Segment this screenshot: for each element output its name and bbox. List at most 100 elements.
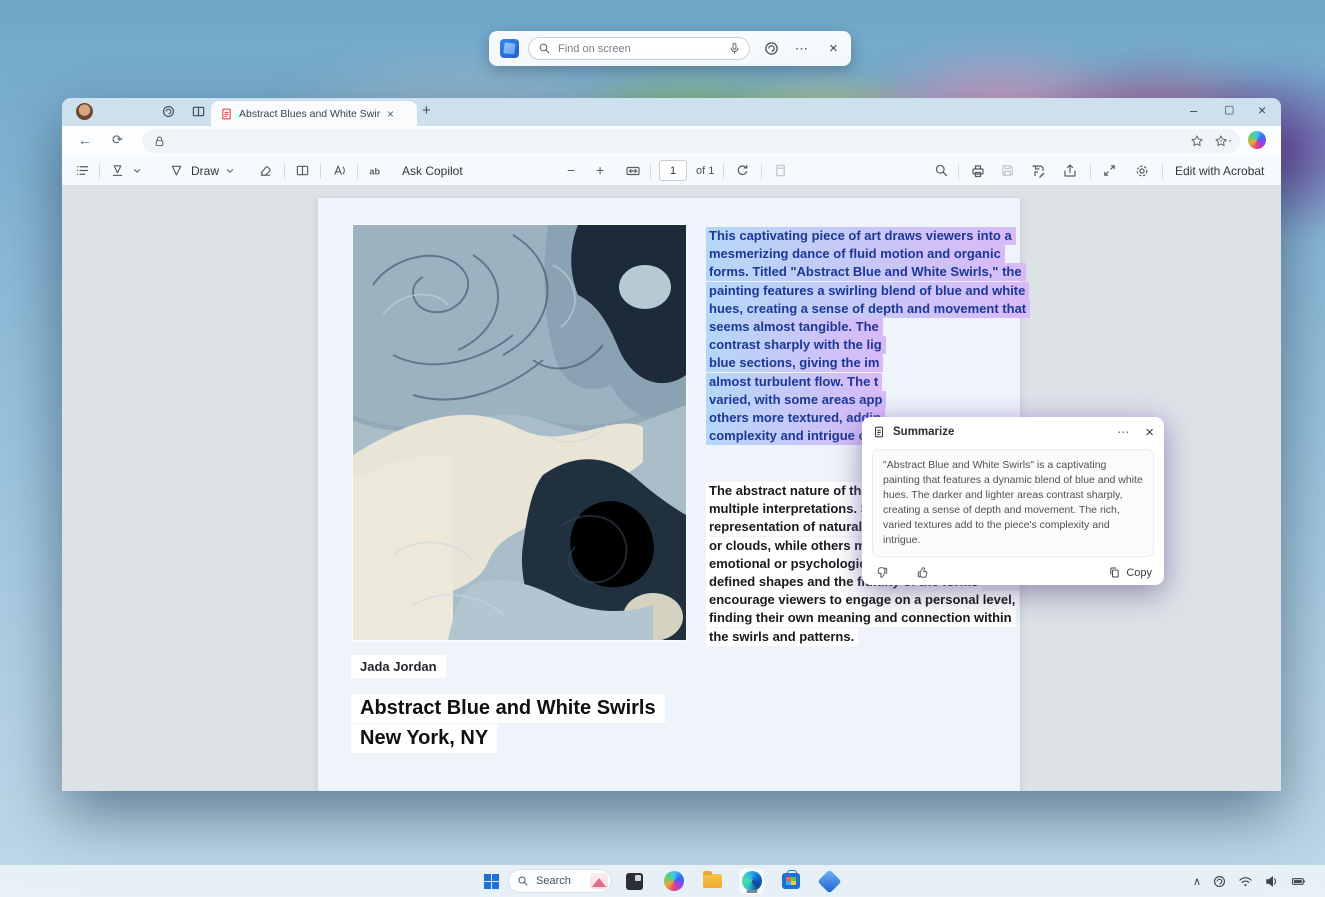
zoom-in-icon[interactable]: + xyxy=(596,162,604,178)
text-line: hues, creating a sense of depth and move… xyxy=(706,299,1031,318)
battery-icon[interactable] xyxy=(1290,874,1307,889)
popup-title: Summarize xyxy=(893,426,955,438)
rotate-icon[interactable] xyxy=(735,163,750,178)
new-tab-button[interactable]: + xyxy=(422,103,431,118)
mic-icon[interactable] xyxy=(728,42,741,55)
page-number-input[interactable]: 1 xyxy=(659,160,687,181)
draw-pen-icon[interactable] xyxy=(169,163,184,178)
artwork-title: Abstract Blue and White Swirls New York,… xyxy=(351,694,665,753)
more-icon[interactable]: ⋯ xyxy=(795,41,808,57)
text-line: blue sections, giving the im xyxy=(706,354,1002,373)
search-icon xyxy=(538,42,551,55)
profile-avatar[interactable] xyxy=(76,103,93,120)
minimize-button[interactable]: – xyxy=(1190,103,1197,118)
copilot-badge-icon[interactable] xyxy=(763,40,780,57)
tab-title: Abstract Blues and White Swirls by xyxy=(239,107,381,120)
visual-search-app-icon[interactable] xyxy=(500,39,519,58)
highlighter-icon[interactable] xyxy=(110,163,125,178)
page-view-icon[interactable] xyxy=(295,163,310,178)
eraser-icon[interactable] xyxy=(258,163,273,178)
popup-close-icon[interactable]: × xyxy=(1145,424,1154,441)
store-button[interactable] xyxy=(778,869,803,894)
pdf-favicon xyxy=(220,107,233,121)
thumbs-up-icon[interactable] xyxy=(916,565,931,580)
pdf-viewer: This captivating piece of art draws view… xyxy=(62,186,1281,791)
read-aloud-icon[interactable] xyxy=(332,163,347,178)
task-view-icon xyxy=(626,872,643,890)
browser-window: Abstract Blues and White Swirls by × + –… xyxy=(62,98,1281,791)
refresh-icon[interactable]: ⟳ xyxy=(112,132,123,148)
maximize-button[interactable]: ▢ xyxy=(1224,103,1234,116)
fullscreen-icon[interactable] xyxy=(1102,163,1117,178)
copy-button[interactable]: Copy xyxy=(1108,566,1152,579)
draw-label[interactable]: Draw xyxy=(191,164,219,178)
windows-logo-icon xyxy=(484,873,499,889)
copilot-icon[interactable] xyxy=(1248,131,1266,149)
task-view-button[interactable] xyxy=(622,869,647,894)
text-line: painting features a swirling blend of bl… xyxy=(706,281,1030,300)
lock-icon xyxy=(153,135,166,148)
find-in-doc-icon[interactable] xyxy=(934,163,949,178)
tab-actions-icon[interactable] xyxy=(191,104,206,119)
page-count-label: of 1 xyxy=(696,165,715,177)
text-audio-icon[interactable] xyxy=(368,163,384,179)
settings-more-icon[interactable]: ⋯ xyxy=(1219,133,1232,149)
text-line: encourage viewers to engage on a persona… xyxy=(706,591,1020,610)
draw-chevron-icon[interactable] xyxy=(224,165,236,177)
share-icon[interactable] xyxy=(1062,163,1078,179)
blue-app-button[interactable] xyxy=(817,868,842,894)
taskbar-search-icon xyxy=(517,875,529,887)
summarize-doc-icon xyxy=(872,425,886,439)
edge-button[interactable] xyxy=(739,868,764,894)
print-icon[interactable] xyxy=(970,163,986,179)
settings-gear-icon[interactable] xyxy=(1134,163,1150,179)
file-explorer-button[interactable] xyxy=(700,869,725,894)
popup-more-icon[interactable]: ⋯ xyxy=(1117,425,1129,439)
text-line: contrast sharply with the lig xyxy=(706,336,1002,355)
browser-tab[interactable]: Abstract Blues and White Swirls by × xyxy=(211,101,417,126)
text-line: finding their own meaning and connection… xyxy=(706,609,1016,628)
find-placeholder: Find on screen xyxy=(558,42,631,55)
copilot-app-button[interactable] xyxy=(661,869,686,894)
tab-close-icon[interactable]: × xyxy=(387,107,394,121)
taskbar: Search ∧ xyxy=(0,865,1325,897)
save-as-icon[interactable] xyxy=(1030,163,1046,179)
close-icon[interactable]: × xyxy=(829,40,838,57)
address-bar-row: ← ⟳ ⋯ xyxy=(62,126,1281,156)
edge-icon xyxy=(741,871,762,891)
find-on-screen-input[interactable]: Find on screen xyxy=(528,37,750,60)
taskbar-search[interactable]: Search xyxy=(508,869,612,893)
edit-with-acrobat-button[interactable]: Edit with Acrobat xyxy=(1175,164,1264,178)
text-line: almost turbulent flow. The t xyxy=(706,372,1002,391)
highlighted-paragraph[interactable]: This captivating piece of art draws view… xyxy=(706,227,1031,446)
artwork-image xyxy=(353,225,686,640)
fit-to-width-icon[interactable] xyxy=(625,163,641,179)
blue-app-icon xyxy=(817,868,842,894)
text-line: seems almost tangible. The xyxy=(706,317,1002,336)
zoom-out-icon[interactable]: − xyxy=(567,162,575,178)
weather-widget-icon[interactable] xyxy=(590,873,608,889)
network-icon[interactable] xyxy=(1238,874,1253,889)
thumbs-down-icon[interactable] xyxy=(874,565,889,580)
ask-copilot-button[interactable]: Ask Copilot xyxy=(402,164,463,178)
page-doc-icon[interactable] xyxy=(773,163,788,178)
toc-icon[interactable] xyxy=(75,163,90,178)
favorites-star-icon[interactable] xyxy=(1190,134,1204,148)
pdf-toolbar: Draw Ask Copilot − + 1 of 1 Edit with Ac… xyxy=(62,156,1281,186)
workspaces-icon[interactable] xyxy=(161,104,176,119)
tray-copilot-icon[interactable] xyxy=(1212,874,1227,889)
copilot-app-icon xyxy=(663,871,684,891)
back-icon[interactable]: ← xyxy=(78,132,92,148)
copy-icon xyxy=(1108,566,1121,579)
highlighter-chevron-icon[interactable] xyxy=(131,165,143,177)
tray-chevron-icon[interactable]: ∧ xyxy=(1193,875,1201,888)
window-close-button[interactable]: × xyxy=(1258,102,1266,118)
start-button[interactable] xyxy=(479,869,504,894)
store-icon xyxy=(781,870,800,889)
find-on-screen-bar: Find on screen ⋯ × xyxy=(489,31,851,66)
save-icon[interactable] xyxy=(1000,163,1015,178)
summarize-popup: Summarize ⋯ × "Abstract Blue and White S… xyxy=(862,417,1164,585)
address-bar[interactable] xyxy=(142,129,1240,153)
taskbar-search-label: Search xyxy=(536,875,571,887)
volume-icon[interactable] xyxy=(1264,874,1279,889)
